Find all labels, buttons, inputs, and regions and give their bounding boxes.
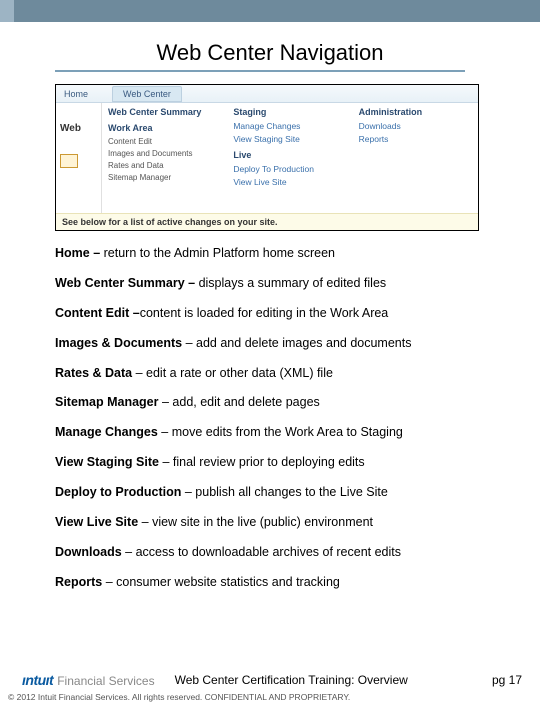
link-deploy-prod[interactable]: Deploy To Production: [233, 164, 346, 174]
link-reports[interactable]: Reports: [359, 134, 472, 144]
warning-icon: [60, 154, 78, 168]
col-admin: Administration Downloads Reports: [353, 103, 478, 213]
page-number: pg 17: [492, 673, 522, 687]
link-content-edit[interactable]: Content Edit: [108, 137, 221, 146]
definitions-list: Home – return to the Admin Platform home…: [55, 245, 510, 591]
brand-logo: ıntuıt Financial Services: [22, 672, 155, 688]
copyright: © 2012 Intuit Financial Services. All ri…: [0, 692, 540, 702]
col-summary: Web Center Summary Work Area Content Edi…: [102, 103, 227, 213]
staging-heading: Staging: [233, 107, 346, 117]
def-content-edit: Content Edit –content is loaded for edit…: [55, 305, 510, 322]
link-sitemap-manager[interactable]: Sitemap Manager: [108, 173, 221, 182]
title-underline: [55, 70, 465, 72]
admin-heading: Administration: [359, 107, 472, 117]
tab-web-center[interactable]: Web Center: [112, 86, 182, 102]
link-rates-data[interactable]: Rates and Data: [108, 161, 221, 170]
summary-heading: Web Center Summary: [108, 107, 221, 117]
footer-title: Web Center Certification Training: Overv…: [175, 673, 408, 687]
def-downloads: Downloads – access to downloadable archi…: [55, 544, 510, 561]
link-view-staging[interactable]: View Staging Site: [233, 134, 346, 144]
live-heading: Live: [233, 150, 346, 160]
link-images-docs[interactable]: Images and Documents: [108, 149, 221, 158]
link-downloads[interactable]: Downloads: [359, 121, 472, 131]
link-view-live[interactable]: View Live Site: [233, 177, 346, 187]
top-accent-bar: [0, 0, 540, 22]
link-manage-changes[interactable]: Manage Changes: [233, 121, 346, 131]
top-accent-left: [0, 0, 14, 22]
def-manage-changes: Manage Changes – move edits from the Wor…: [55, 424, 510, 441]
def-reports: Reports – consumer website statistics an…: [55, 574, 510, 591]
def-sitemap-manager: Sitemap Manager – add, edit and delete p…: [55, 394, 510, 411]
left-label: Web: [60, 123, 97, 134]
col-staging: Staging Manage Changes View Staging Site…: [227, 103, 352, 213]
def-web-center-summary: Web Center Summary – displays a summary …: [55, 275, 510, 292]
def-images-documents: Images & Documents – add and delete imag…: [55, 335, 510, 352]
page-title: Web Center Navigation: [0, 40, 540, 66]
def-view-live-site: View Live Site – view site in the live (…: [55, 514, 510, 531]
logo-suffix: Financial Services: [57, 674, 154, 688]
logo-intuit-text: ıntuıt: [22, 672, 53, 688]
def-deploy-production: Deploy to Production – publish all chang…: [55, 484, 510, 501]
def-rates-data: Rates & Data – edit a rate or other data…: [55, 365, 510, 382]
screenshot-footnote: See below for a list of active changes o…: [56, 213, 478, 230]
footer: ıntuıt Financial Services Web Center Cer…: [0, 672, 540, 702]
admin-screenshot: Home Web Center Web Web Center Summary W…: [55, 84, 479, 231]
def-view-staging-site: View Staging Site – final review prior t…: [55, 454, 510, 471]
screenshot-left-panel: Web: [56, 103, 102, 213]
def-home: Home – return to the Admin Platform home…: [55, 245, 510, 262]
work-area-heading: Work Area: [108, 123, 221, 133]
screenshot-tabs: Home Web Center: [56, 85, 478, 103]
tab-home[interactable]: Home: [64, 89, 88, 99]
